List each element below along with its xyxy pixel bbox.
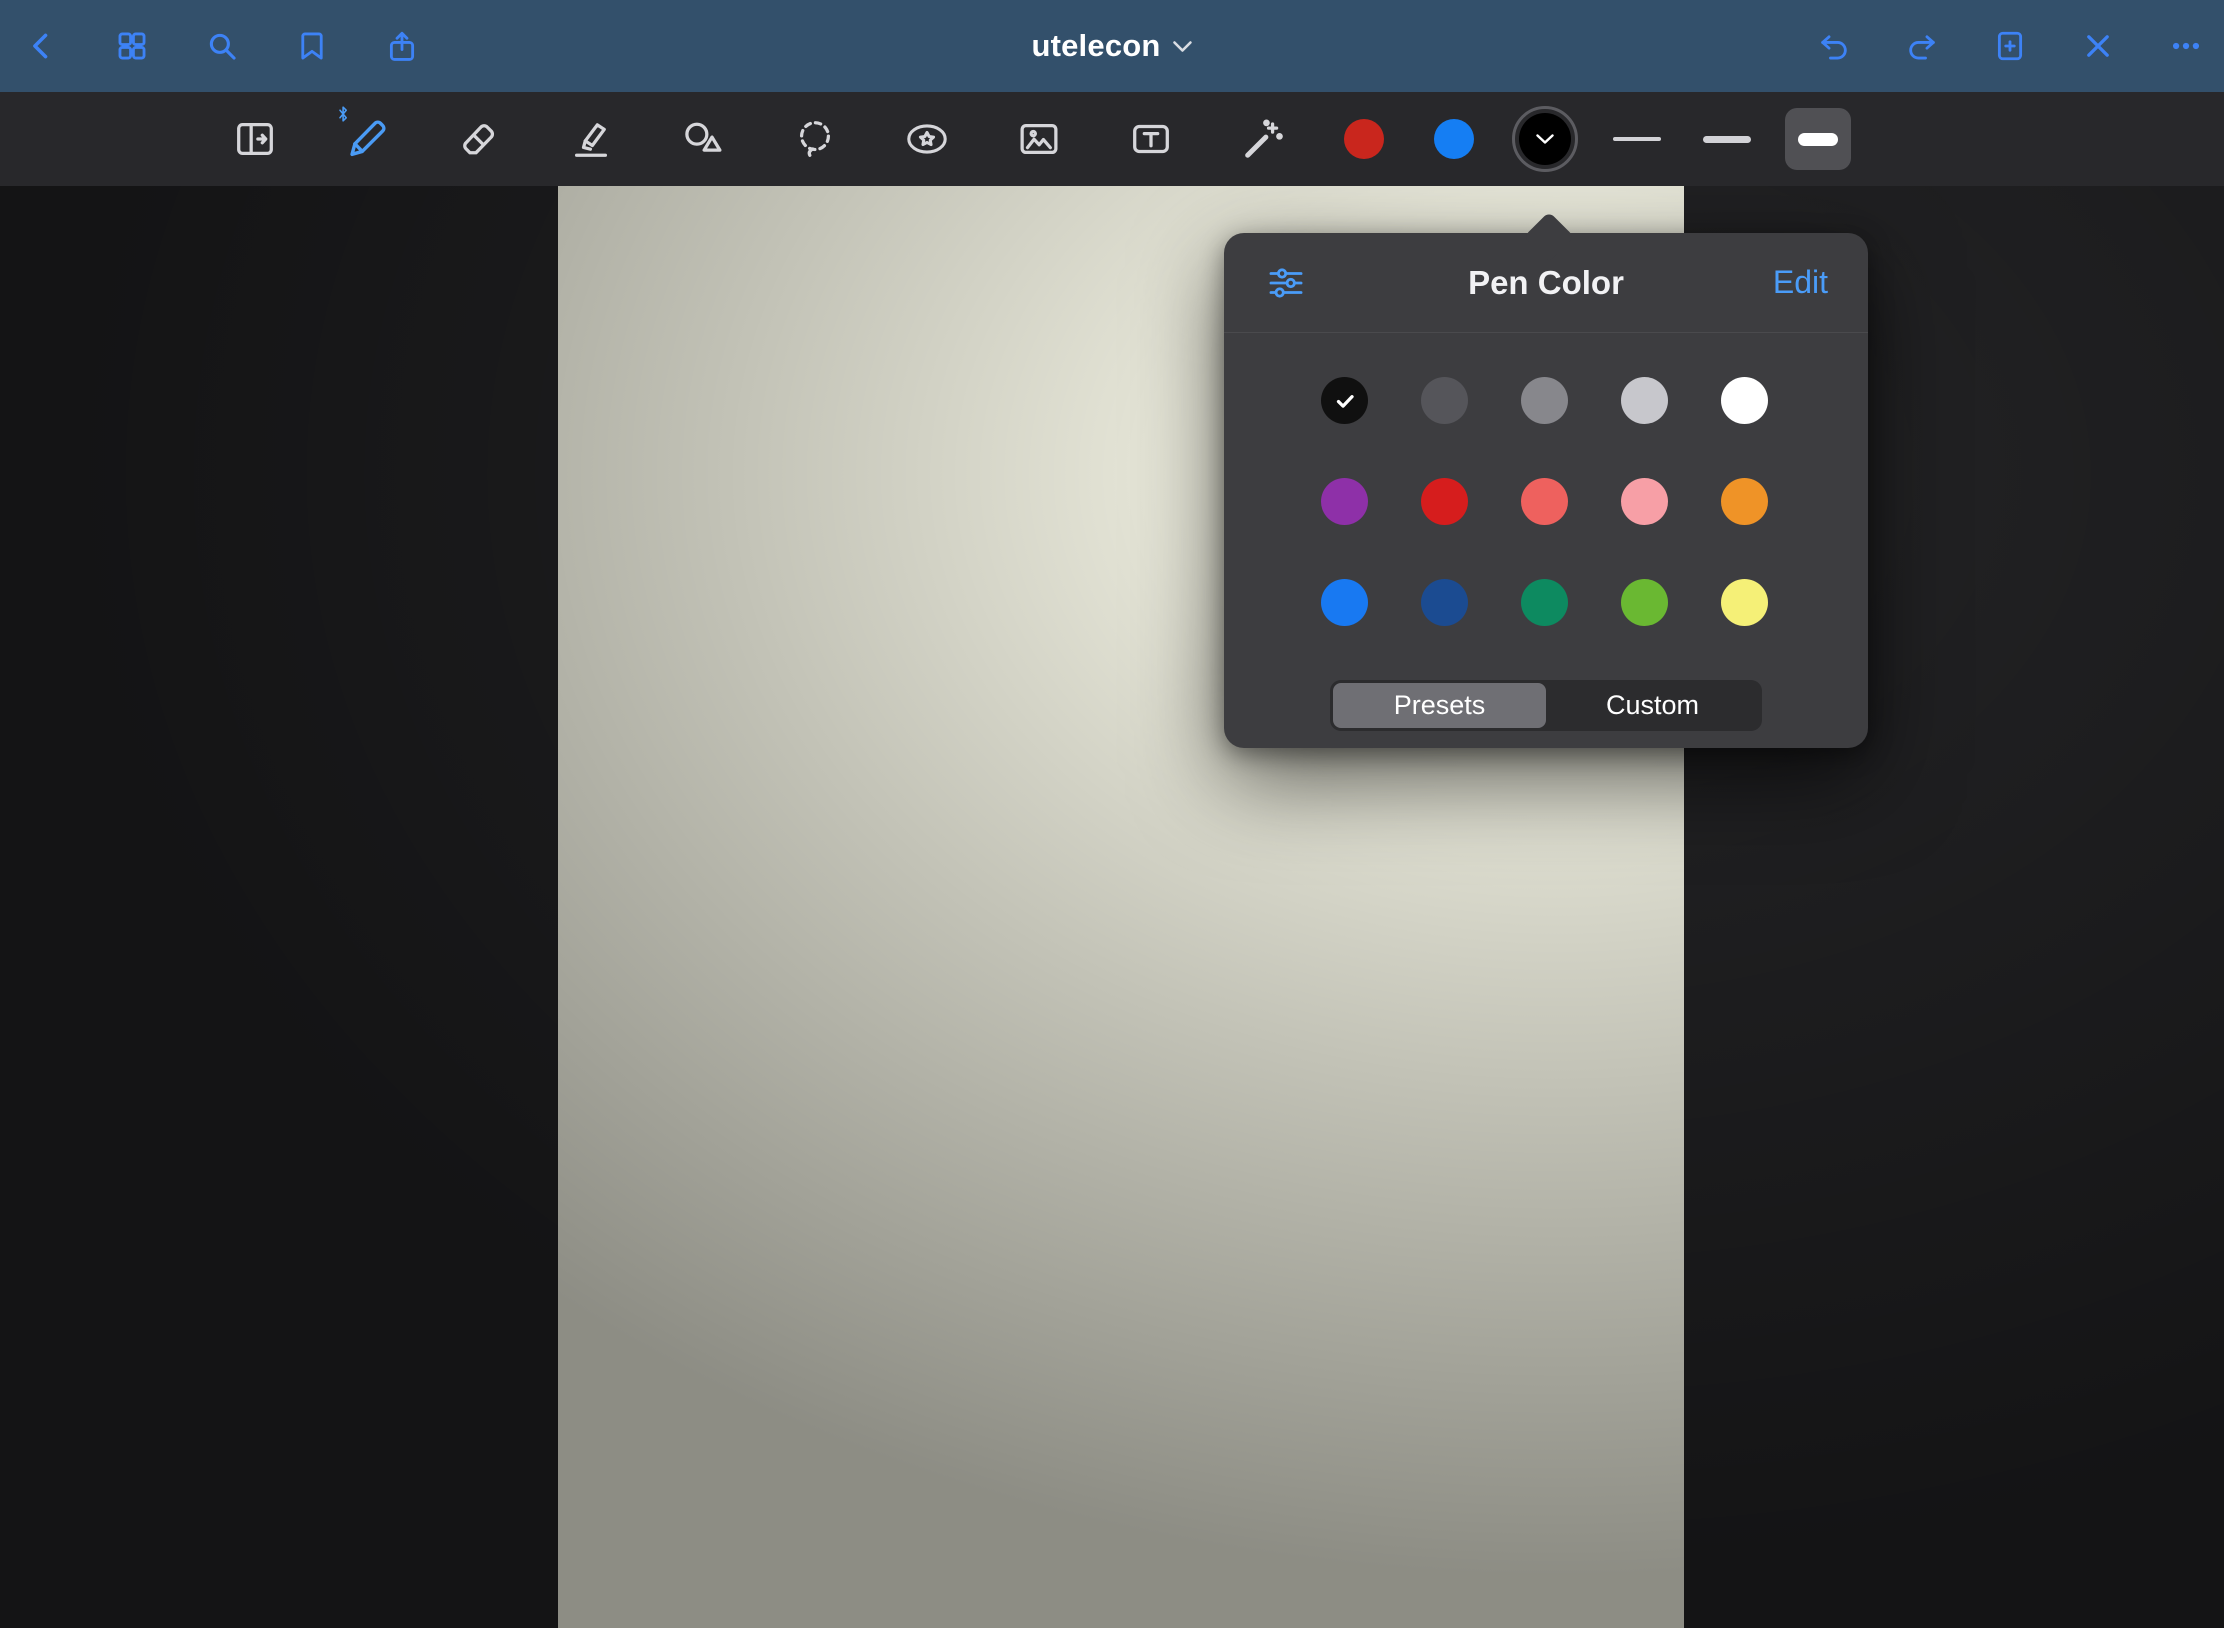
eraser-icon bbox=[456, 116, 502, 162]
bluetooth-icon bbox=[336, 104, 350, 124]
page-title: utelecon bbox=[1031, 28, 1160, 64]
search-icon bbox=[205, 29, 239, 63]
stroke-width-thick-selected[interactable] bbox=[1785, 108, 1851, 170]
stroke-width-medium[interactable] bbox=[1694, 108, 1760, 170]
color-swatch-light-gray[interactable] bbox=[1621, 377, 1668, 424]
page-view-icon bbox=[232, 116, 278, 162]
redo-button[interactable] bbox=[1902, 26, 1942, 66]
color-dot-black-selected[interactable] bbox=[1512, 106, 1578, 172]
back-button[interactable] bbox=[22, 26, 62, 66]
redo-icon bbox=[1905, 29, 1939, 63]
tool-highlighter[interactable] bbox=[562, 102, 620, 176]
color-swatch-pink[interactable] bbox=[1621, 478, 1668, 525]
color-swatch-yellow[interactable] bbox=[1721, 579, 1768, 626]
sticker-star-icon bbox=[904, 116, 950, 162]
color-dot-blue[interactable] bbox=[1434, 119, 1474, 159]
tool-pen[interactable] bbox=[338, 102, 396, 176]
tool-shapes[interactable] bbox=[674, 102, 732, 176]
color-swatch-grid bbox=[1224, 333, 1868, 626]
thumbnails-button[interactable] bbox=[112, 26, 152, 66]
image-icon bbox=[1016, 116, 1062, 162]
grid-icon bbox=[115, 29, 149, 63]
pen-icon bbox=[344, 116, 390, 162]
color-dot-red[interactable] bbox=[1344, 119, 1384, 159]
tool-pointer[interactable] bbox=[1234, 102, 1292, 176]
popover-title: Pen Color bbox=[1468, 264, 1624, 302]
color-swatch-navy[interactable] bbox=[1421, 579, 1468, 626]
color-dot-black bbox=[1519, 113, 1571, 165]
drawing-toolbar bbox=[0, 92, 2224, 186]
tool-group bbox=[226, 92, 1292, 186]
thick-line bbox=[1798, 133, 1838, 146]
tool-lasso[interactable] bbox=[786, 102, 844, 176]
color-swatch-coral[interactable] bbox=[1521, 478, 1568, 525]
search-button[interactable] bbox=[202, 26, 242, 66]
medium-line bbox=[1703, 136, 1751, 143]
thin-line bbox=[1613, 137, 1661, 141]
color-swatch-orange[interactable] bbox=[1721, 478, 1768, 525]
stroke-width-thin[interactable] bbox=[1604, 108, 1670, 170]
color-swatch-teal[interactable] bbox=[1521, 579, 1568, 626]
text-icon bbox=[1128, 116, 1174, 162]
bookmark-button[interactable] bbox=[292, 26, 332, 66]
undo-icon bbox=[1817, 29, 1851, 63]
tool-page-view[interactable] bbox=[226, 102, 284, 176]
color-swatch-blue[interactable] bbox=[1321, 579, 1368, 626]
chevron-down-icon bbox=[1536, 134, 1554, 145]
bookmark-icon bbox=[295, 29, 329, 63]
topbar-right-group bbox=[1814, 0, 2206, 92]
color-swatch-black-selected[interactable] bbox=[1321, 377, 1368, 424]
add-page-button[interactable] bbox=[1990, 26, 2030, 66]
check-icon bbox=[1332, 388, 1358, 414]
more-options-button[interactable] bbox=[2166, 26, 2206, 66]
popover-header: Pen Color Edit bbox=[1224, 233, 1868, 333]
pen-color-popover: Pen Color Edit bbox=[1224, 233, 1868, 748]
presets-custom-segmented-control: Presets Custom bbox=[1330, 680, 1762, 731]
ellipsis-icon bbox=[2169, 29, 2203, 63]
highlighter-icon bbox=[568, 116, 614, 162]
document-title-menu[interactable]: utelecon bbox=[1031, 0, 1192, 92]
tool-eraser[interactable] bbox=[450, 102, 508, 176]
tool-elements[interactable] bbox=[898, 102, 956, 176]
pen-settings-button[interactable] bbox=[1264, 261, 1308, 305]
chevron-left-icon bbox=[25, 29, 59, 63]
tool-image[interactable] bbox=[1010, 102, 1068, 176]
color-swatch-red[interactable] bbox=[1421, 478, 1468, 525]
top-navigation-bar: utelecon bbox=[0, 0, 2224, 92]
share-icon bbox=[385, 29, 419, 63]
chevron-down-icon bbox=[1173, 40, 1193, 53]
topbar-left-group bbox=[22, 0, 422, 92]
canvas-area: Pen Color Edit bbox=[0, 186, 2224, 1628]
color-swatch-green[interactable] bbox=[1621, 579, 1668, 626]
close-annotation-button[interactable] bbox=[2078, 26, 2118, 66]
share-button[interactable] bbox=[382, 26, 422, 66]
tab-presets[interactable]: Presets bbox=[1333, 683, 1546, 728]
edit-button[interactable]: Edit bbox=[1773, 264, 1828, 301]
color-swatch-dark-gray[interactable] bbox=[1421, 377, 1468, 424]
undo-button[interactable] bbox=[1814, 26, 1854, 66]
shapes-icon bbox=[680, 116, 726, 162]
color-swatch-white[interactable] bbox=[1721, 377, 1768, 424]
lasso-icon bbox=[792, 116, 838, 162]
close-x-icon bbox=[2081, 29, 2115, 63]
laser-pointer-icon bbox=[1240, 116, 1286, 162]
app-screen: utelecon bbox=[0, 0, 2224, 1628]
color-swatch-gray[interactable] bbox=[1521, 377, 1568, 424]
add-page-icon bbox=[1993, 29, 2027, 63]
tab-custom[interactable]: Custom bbox=[1546, 683, 1759, 728]
sliders-icon bbox=[1267, 264, 1305, 302]
color-swatch-purple[interactable] bbox=[1321, 478, 1368, 525]
tool-text[interactable] bbox=[1122, 102, 1180, 176]
